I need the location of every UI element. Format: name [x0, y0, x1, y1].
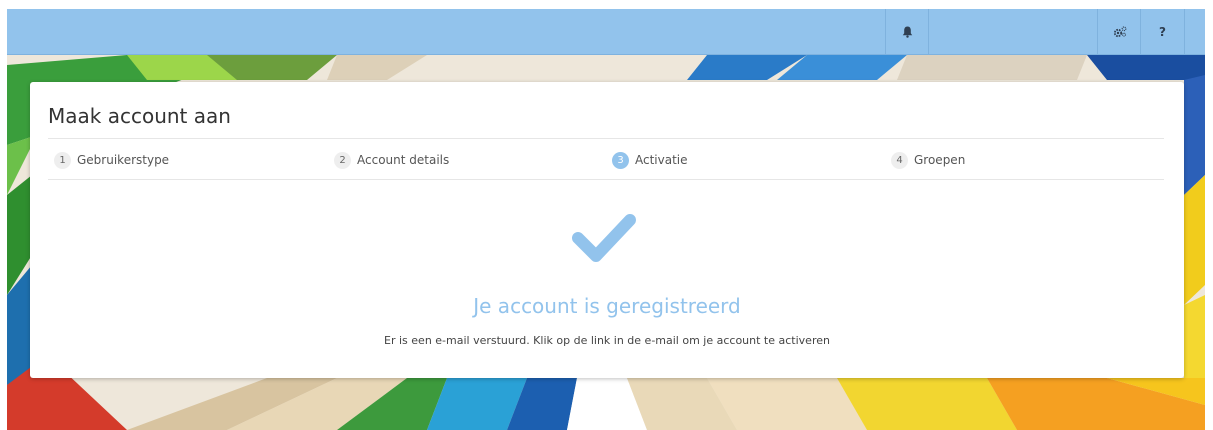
success-title: Je account is geregistreerd	[473, 294, 741, 318]
help-label: ?	[1159, 24, 1166, 39]
step-account-details[interactable]: 2 Account details	[334, 148, 449, 172]
step-number: 1	[54, 151, 71, 169]
step-number: 3	[612, 151, 629, 169]
step-label: Activatie	[635, 153, 688, 167]
bell-icon	[902, 26, 913, 38]
step-groepen[interactable]: 4 Groepen	[891, 148, 965, 172]
create-account-card: Maak account aan 1 Gebruikerstype 2 Acco…	[30, 82, 1184, 378]
step-activatie[interactable]: 3 Activatie	[612, 148, 688, 172]
notifications-button[interactable]	[885, 9, 929, 54]
wizard-steps: 1 Gebruikerstype 2 Account details 3 Act…	[48, 148, 1164, 172]
step-number: 4	[891, 151, 908, 169]
step-label: Account details	[357, 153, 450, 167]
settings-button[interactable]	[1097, 9, 1141, 54]
top-navbar: ?	[7, 9, 1205, 55]
step-label: Groepen	[914, 153, 966, 167]
step-number: 2	[334, 151, 351, 169]
success-message: Er is een e-mail verstuurd. Klik op de l…	[384, 334, 830, 347]
divider	[48, 138, 1164, 139]
help-button[interactable]: ?	[1140, 9, 1185, 54]
checkmark-icon	[572, 214, 636, 262]
page-title: Maak account aan	[48, 104, 231, 128]
navbar-divider	[928, 9, 929, 54]
step-gebruikerstype[interactable]: 1 Gebruikerstype	[54, 148, 169, 172]
gears-icon	[1113, 25, 1126, 37]
divider	[48, 179, 1164, 180]
step-label: Gebruikerstype	[77, 153, 170, 167]
